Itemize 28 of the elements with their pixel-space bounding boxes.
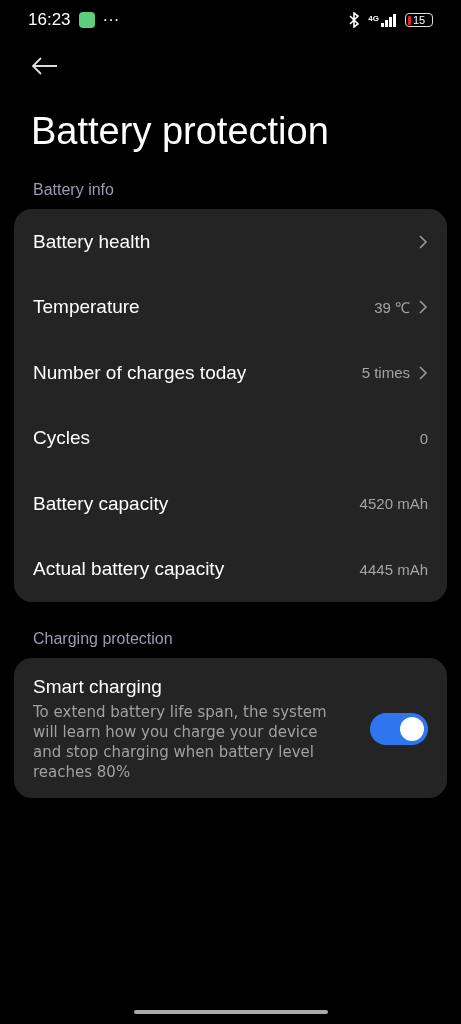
battery-percent: 15 xyxy=(413,14,426,26)
setting-description: To extend battery life span, the system will learn how you charge your device and stop charging when battery level reaches 80% xyxy=(33,702,328,782)
more-notifications: ··· xyxy=(102,10,120,30)
setting-label: Cycles xyxy=(33,427,91,450)
clock: 16:23 xyxy=(28,10,71,30)
section-header: Battery info xyxy=(33,181,115,199)
app-notification-icon xyxy=(78,12,95,28)
network-type: 4G xyxy=(368,13,379,23)
bluetooth-icon xyxy=(348,12,361,28)
chevron-icon xyxy=(418,364,428,381)
setting-label: Actual battery capacity xyxy=(33,558,226,581)
chevron-icon xyxy=(418,233,428,250)
page-title: Battery protection xyxy=(31,110,330,153)
setting-value: 39 ℃ xyxy=(374,298,410,318)
section-header: Charging protection xyxy=(33,630,174,648)
setting-label: Battery health xyxy=(33,230,152,253)
setting-label: Number of charges today xyxy=(33,361,248,384)
setting-value: 5 times xyxy=(361,364,410,382)
setting-label: Smart charging xyxy=(33,676,163,698)
chevron-icon xyxy=(418,299,428,316)
setting-value: 4520 mAh xyxy=(359,495,428,513)
setting-label: Battery capacity xyxy=(33,492,170,515)
toggle-switch[interactable] xyxy=(370,713,428,745)
setting-label: Temperature xyxy=(33,296,141,319)
setting-value: 0 xyxy=(419,429,428,447)
back-arrow-icon[interactable] xyxy=(30,56,58,76)
signal-icon xyxy=(381,13,397,27)
setting-value: 4445 mAh xyxy=(359,560,428,578)
